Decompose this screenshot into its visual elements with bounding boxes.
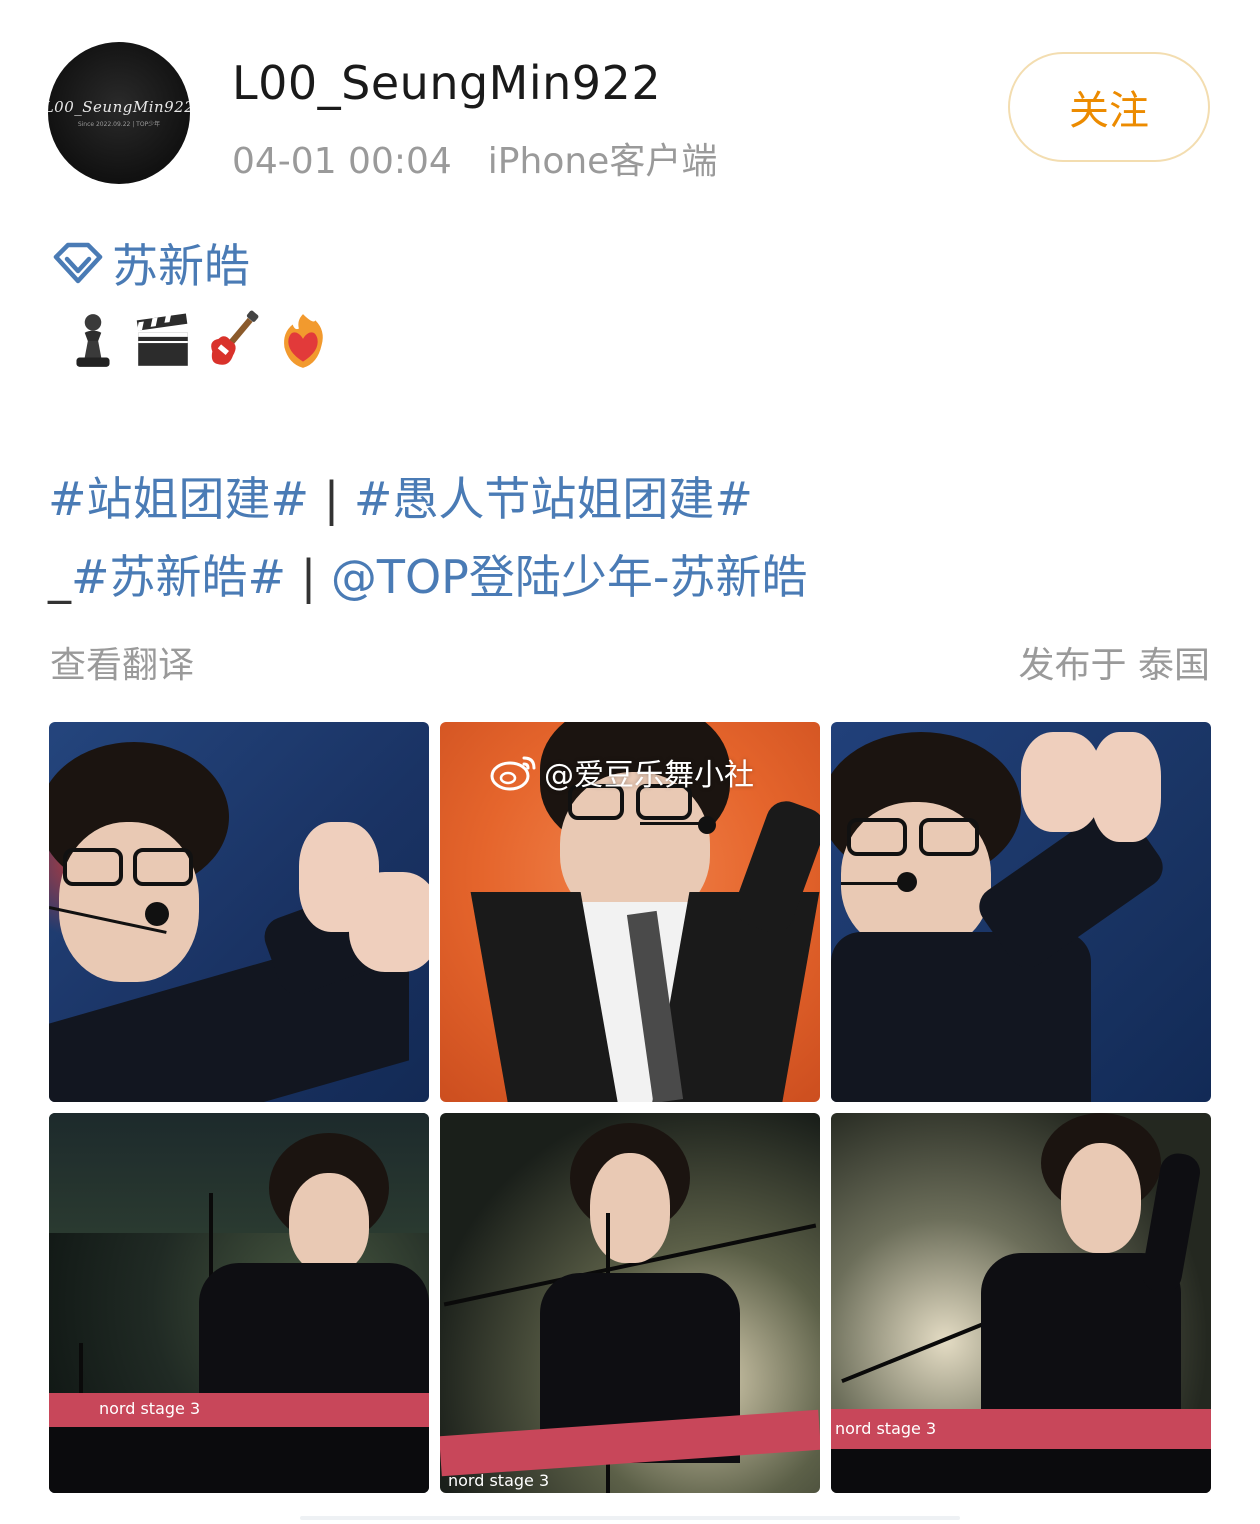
tags-line-2: _#苏新皓# | @TOP登陆少年-苏新皓 bbox=[48, 538, 1228, 616]
keyboard-label: nord stage 3 bbox=[835, 1419, 937, 1438]
topic-link-april-fools[interactable]: #愚人节站姐团建# bbox=[354, 472, 753, 526]
clapper-board-icon bbox=[128, 306, 198, 376]
avatar[interactable]: L00_SeungMin922 Since 2022.09.22 | TOP少年 bbox=[48, 42, 190, 184]
avatar-signature: L00_SeungMin922 bbox=[48, 98, 190, 116]
translate-link[interactable]: 查看翻译 bbox=[50, 636, 194, 688]
photo-6[interactable]: nord stage 3 bbox=[831, 1113, 1211, 1493]
watermark-text: @爱豆乐舞小社 bbox=[544, 758, 754, 793]
separator: | bbox=[286, 550, 331, 604]
tags-line-1: #站姐团建# | #愚人节站姐团建# bbox=[48, 460, 1228, 538]
heart-on-fire-icon bbox=[268, 306, 338, 376]
separator: | bbox=[309, 472, 354, 526]
post-meta: 04-01 00:04 iPhone客户端 bbox=[232, 132, 717, 184]
photo-1[interactable] bbox=[49, 722, 429, 1102]
super-topic-label: 苏新皓 bbox=[112, 239, 250, 293]
post-timestamp: 04-01 00:04 bbox=[232, 141, 452, 182]
photo-3[interactable] bbox=[831, 722, 1211, 1102]
photo-5[interactable]: nord stage 3 bbox=[440, 1113, 820, 1493]
photo-2[interactable]: @爱豆乐舞小社 bbox=[440, 722, 820, 1102]
keyboard-label: nord stage 3 bbox=[448, 1471, 550, 1490]
diamond-icon bbox=[53, 242, 103, 284]
watermark: @爱豆乐舞小社 bbox=[488, 750, 754, 794]
photo-4[interactable]: nord stage 3 bbox=[49, 1113, 429, 1493]
guitar-icon bbox=[198, 306, 268, 376]
topic-link-zhanjie[interactable]: #站姐团建# bbox=[48, 472, 309, 526]
super-topic-link[interactable]: 苏新皓 bbox=[50, 230, 250, 296]
keyboard-label: nord stage 3 bbox=[99, 1399, 201, 1418]
weibo-logo-icon bbox=[490, 756, 536, 791]
post-location: 发布于 泰国 bbox=[1018, 645, 1210, 686]
avatar-subtext: Since 2022.09.22 | TOP少年 bbox=[77, 121, 161, 128]
chess-pawn-icon bbox=[58, 306, 128, 376]
topic-link-su-xinhao[interactable]: #苏新皓# bbox=[71, 550, 286, 604]
post-source: iPhone客户端 bbox=[487, 141, 718, 182]
mention-link[interactable]: @TOP登陆少年-苏新皓 bbox=[331, 550, 808, 604]
follow-button[interactable]: 关注 bbox=[1008, 52, 1210, 162]
photo-grid: @爱豆乐舞小社 nord stage 3 nord stage 3 nord s… bbox=[49, 722, 1211, 1493]
username[interactable]: L00_SeungMin922 bbox=[232, 56, 661, 110]
underscore-text: _ bbox=[48, 550, 71, 604]
bottom-divider bbox=[300, 1516, 960, 1520]
post-text: #站姐团建# | #愚人节站姐团建# _#苏新皓# | @TOP登陆少年-苏新皓 bbox=[48, 460, 1228, 616]
emoji-row bbox=[58, 306, 338, 376]
